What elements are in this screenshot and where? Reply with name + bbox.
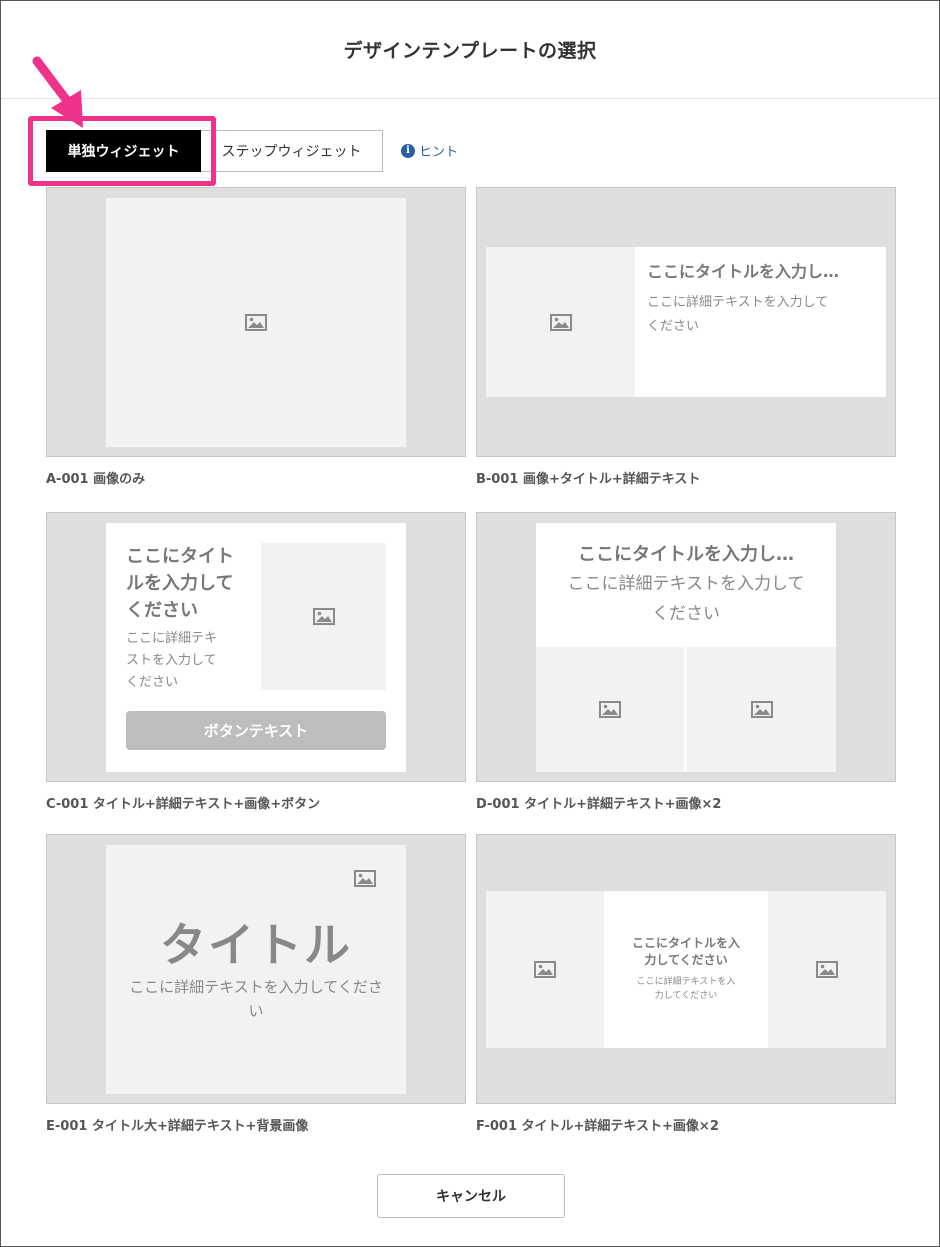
image-icon (549, 313, 572, 331)
sample-description: ここに詳細テキストを入力して ください (536, 569, 836, 629)
info-icon: i (401, 143, 415, 158)
sample-description-line: ここに詳細テキストを入力してくださ (129, 978, 383, 996)
image-placeholder (261, 543, 386, 690)
sample-description-line: 力してください (654, 991, 718, 1001)
image-placeholder (106, 198, 406, 447)
hint-link[interactable]: i ヒント (401, 141, 458, 160)
background-image-placeholder: タイトル ここに詳細テキストを入力してくださ い (106, 845, 406, 1094)
image-placeholder (687, 647, 836, 772)
sample-description-line: ください (126, 675, 179, 690)
image-placeholder (768, 891, 886, 1048)
template-card-f001[interactable]: ここにタイトルを入 力してください ここに詳細テキストを入 力してください (476, 834, 896, 1104)
sample-description: ここに詳細テキ ストを入力して ください (126, 628, 217, 694)
content-panel: ここにタイトルを入力し… ここに詳細テキストを入力して ください (536, 523, 836, 772)
cancel-button[interactable]: キャンセル (377, 1174, 565, 1218)
template-select-dialog: デザインテンプレートの選択 単独ウィジェット ステップウィジェット i ヒント … (0, 0, 940, 1247)
widget-type-tabs: 単独ウィジェット ステップウィジェット (46, 130, 383, 172)
tab-step-widget[interactable]: ステップウィジェット (201, 130, 383, 172)
image-icon (312, 608, 335, 625)
hint-label: ヒント (419, 145, 459, 160)
dialog-title: デザインテンプレートの選択 (343, 40, 597, 62)
sample-description-line: い (248, 1002, 264, 1020)
sample-title: ここにタイトルを入 力してください (604, 935, 768, 969)
image-placeholder (486, 891, 604, 1048)
sample-title-line: ください (126, 600, 198, 621)
sample-description: ここに詳細テキストを入力して ください (647, 291, 828, 339)
sample-title-line: 力してください (644, 953, 728, 967)
image-placeholder (536, 647, 684, 772)
sample-title-line: ここにタイトルを入 (631, 936, 740, 950)
tab-single-widget[interactable]: 単独ウィジェット (46, 130, 201, 172)
image-icon (816, 961, 838, 978)
template-label-d001: D-001 タイトル+詳細テキスト+画像×2 (476, 797, 722, 812)
sample-description-line: ここに詳細テキ (126, 631, 218, 646)
template-label-b001: B-001 画像+タイトル+詳細テキスト (476, 472, 701, 487)
sample-description-line: ここに詳細テキストを入力して (647, 295, 829, 310)
sample-title: ここにタイトルを入力し… (647, 262, 840, 281)
content-panel: ここにタイト ルを入力して ください ここに詳細テキ ストを入力して ください … (106, 523, 406, 772)
template-label-e001: E-001 タイトル大+詳細テキスト+背景画像 (46, 1119, 309, 1134)
sample-title: タイトル (160, 918, 352, 972)
image-icon (599, 701, 621, 718)
template-label-a001: A-001 画像のみ (46, 472, 146, 487)
image-icon (245, 314, 267, 331)
sample-title: ここにタイトルを入力し… (578, 544, 794, 565)
sample-description-line: ストを入力して (126, 653, 217, 668)
sample-description-line: ください (652, 604, 720, 624)
dialog-header: デザインテンプレートの選択 (1, 1, 939, 99)
content-panel: ここにタイトルを入 力してください ここに詳細テキストを入 力してください (486, 891, 886, 1048)
sample-button: ボタンテキスト (126, 711, 386, 750)
template-card-b001[interactable]: ここにタイトルを入力し… ここに詳細テキストを入力して ください (476, 187, 896, 457)
template-card-c001[interactable]: ここにタイト ルを入力して ください ここに詳細テキ ストを入力して ください … (46, 512, 466, 782)
image-icon (534, 961, 556, 978)
image-placeholder (486, 247, 635, 397)
image-icon (354, 870, 376, 887)
template-card-e001[interactable]: タイトル ここに詳細テキストを入力してくださ い (46, 834, 466, 1104)
sample-description-line: ここに詳細テキストを入 (636, 977, 736, 987)
sample-description: ここに詳細テキストを入力してくださ い (106, 975, 406, 1023)
sample-title-line: ここにタイト (126, 546, 234, 567)
sample-description: ここに詳細テキストを入 力してください (604, 975, 768, 1003)
template-label-f001: F-001 タイトル+詳細テキスト+画像×2 (476, 1119, 719, 1134)
sample-description-line: ください (647, 319, 700, 334)
template-card-d001[interactable]: ここにタイトルを入力し… ここに詳細テキストを入力して ください (476, 512, 896, 782)
sample-title-line: ルを入力して (126, 573, 234, 594)
content-panel: ここにタイトルを入力し… ここに詳細テキストを入力して ください (486, 247, 886, 397)
image-icon (750, 701, 773, 718)
template-label-c001: C-001 タイトル+詳細テキスト+画像+ボタン (46, 797, 321, 812)
template-card-a001[interactable] (46, 187, 466, 457)
sample-title: ここにタイト ルを入力して ください (126, 543, 234, 624)
sample-description-line: ここに詳細テキストを入力して (567, 574, 805, 594)
